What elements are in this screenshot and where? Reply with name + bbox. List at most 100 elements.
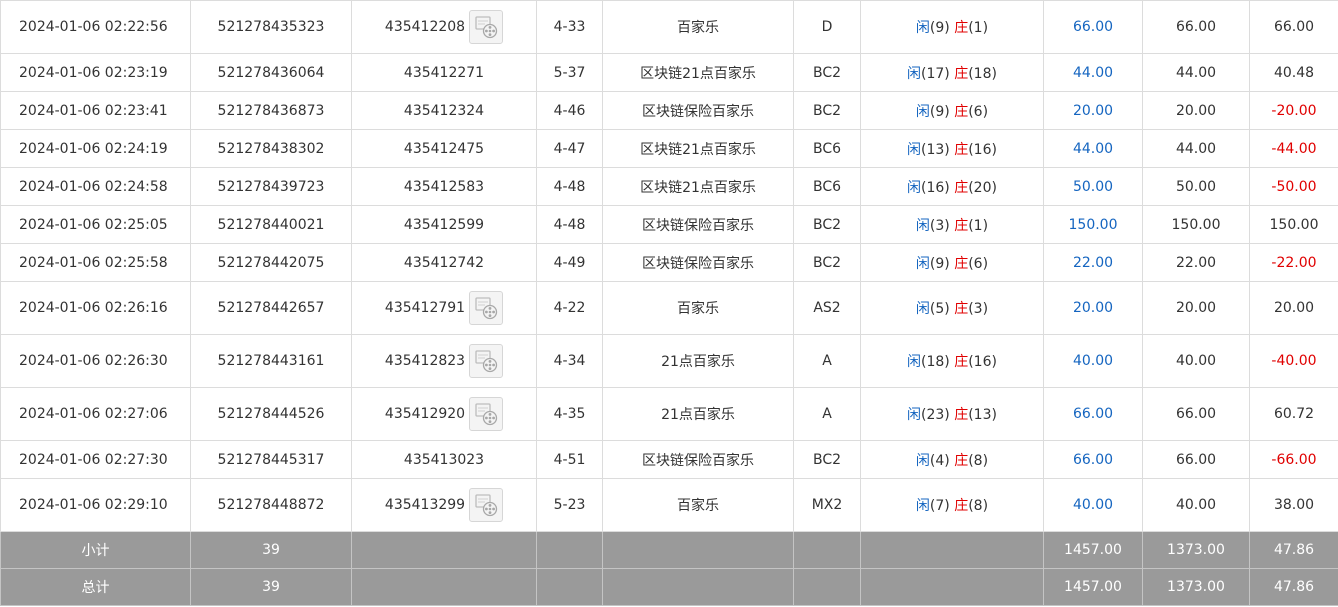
round-wrap: 435412475 [404, 141, 484, 157]
round-number: 435412271 [403, 64, 485, 81]
game-result: 闲(5) 庄(3) [860, 281, 1044, 335]
game-result: 闲(13) 庄(16) [860, 129, 1044, 168]
order-number: 521278448872 [190, 478, 352, 532]
table-number: 4-49 [536, 243, 603, 282]
round-cell: 435412823 [351, 334, 537, 388]
bet-amount: 22.00 [1043, 243, 1143, 282]
round-wrap: 435412791 [385, 291, 504, 325]
banker-label: 庄 [954, 255, 969, 272]
round-number: 435412823 [384, 353, 466, 369]
table-number: 4-35 [536, 387, 603, 441]
banker-label: 庄 [954, 217, 969, 234]
game-type: 百家乐 [602, 281, 794, 335]
player-points: (18) [921, 354, 950, 370]
table-row: 2024-01-06 02:29:10 521278448872 4354132… [0, 478, 1338, 532]
round-wrap: 435412920 [384, 397, 504, 431]
banker-points: (18) [968, 65, 997, 82]
round-cell: 435412324 [351, 91, 537, 130]
subtotal-bet: 1457.00 [1043, 531, 1143, 569]
bet-amount: 40.00 [1043, 478, 1143, 532]
total-result: 47.86 [1249, 568, 1338, 606]
round-cell: 435412583 [351, 167, 537, 206]
player-points: (9) [929, 255, 950, 272]
table-row: 2024-01-06 02:23:19 521278436064 4354122… [0, 53, 1338, 92]
game-result: 闲(3) 庄(1) [860, 205, 1044, 244]
win-loss: -50.00 [1249, 167, 1338, 206]
game-type: 区块链21点百家乐 [602, 167, 794, 206]
player-points: (23) [921, 407, 950, 423]
seat-code: MX2 [793, 478, 861, 532]
video-reel-svg [475, 350, 498, 373]
bet-time: 2024-01-06 02:27:06 [0, 387, 191, 441]
banker-points: (1) [968, 217, 989, 234]
seat-code: BC2 [793, 243, 861, 282]
win-loss: -66.00 [1249, 440, 1338, 479]
game-type: 区块链保险百家乐 [602, 243, 794, 282]
seat-code: BC2 [793, 53, 861, 92]
banker-points: (8) [968, 452, 989, 469]
game-result: 闲(9) 庄(6) [860, 243, 1044, 282]
round-number: 435412742 [403, 254, 485, 271]
video-reel-icon[interactable] [469, 488, 504, 522]
valid-bet: 44.00 [1142, 53, 1250, 92]
seat-code: BC2 [793, 205, 861, 244]
total-empty [351, 568, 537, 606]
round-cell: 435412475 [351, 129, 537, 168]
game-result: 闲(17) 庄(18) [860, 53, 1044, 92]
player-points: (9) [929, 20, 950, 36]
order-number: 521278438302 [190, 129, 352, 168]
video-reel-icon[interactable] [469, 344, 504, 378]
win-loss: 150.00 [1249, 205, 1338, 244]
seat-code: BC6 [793, 167, 861, 206]
total-row: 总计 39 1457.00 1373.00 47.86 [0, 568, 1338, 606]
game-result: 闲(4) 庄(8) [860, 440, 1044, 479]
subtotal-empty [536, 531, 603, 569]
game-type: 21点百家乐 [602, 334, 794, 388]
bet-amount: 66.00 [1043, 440, 1143, 479]
player-label: 闲 [915, 103, 930, 120]
bet-amount: 20.00 [1043, 91, 1143, 130]
bet-amount: 150.00 [1043, 205, 1143, 244]
order-number: 521278444526 [190, 387, 352, 441]
game-result: 闲(18) 庄(16) [860, 334, 1044, 388]
round-cell: 435413299 [351, 478, 537, 532]
video-reel-icon[interactable] [469, 397, 504, 431]
bet-amount: 44.00 [1043, 129, 1143, 168]
table-row: 2024-01-06 02:25:05 521278440021 4354125… [0, 205, 1338, 244]
banker-points: (6) [968, 103, 989, 120]
bet-amount: 66.00 [1043, 0, 1143, 54]
bet-amount: 44.00 [1043, 53, 1143, 92]
bet-time: 2024-01-06 02:24:58 [0, 167, 191, 206]
bet-amount: 20.00 [1043, 281, 1143, 335]
valid-bet: 50.00 [1142, 167, 1250, 206]
video-reel-svg [475, 16, 498, 39]
valid-bet: 40.00 [1142, 478, 1250, 532]
subtotal-result: 47.86 [1249, 531, 1338, 569]
banker-label: 庄 [954, 354, 969, 370]
round-number: 435412475 [403, 140, 485, 157]
video-reel-icon[interactable] [469, 291, 504, 325]
round-wrap: 435413299 [385, 488, 504, 522]
valid-bet: 40.00 [1142, 334, 1250, 388]
player-label: 闲 [915, 217, 930, 234]
game-result: 闲(7) 庄(8) [860, 478, 1044, 532]
game-type: 区块链保险百家乐 [602, 91, 794, 130]
table-number: 4-51 [536, 440, 603, 479]
seat-code: BC6 [793, 129, 861, 168]
game-result: 闲(9) 庄(6) [860, 91, 1044, 130]
table-number: 4-46 [536, 91, 603, 130]
video-reel-icon[interactable] [469, 10, 504, 44]
order-number: 521278440021 [190, 205, 352, 244]
round-wrap: 435412271 [404, 65, 484, 81]
valid-bet: 66.00 [1142, 0, 1250, 54]
bet-time: 2024-01-06 02:23:41 [0, 91, 191, 130]
banker-points: (8) [968, 498, 989, 514]
banker-label: 庄 [954, 179, 969, 196]
banker-label: 庄 [954, 65, 969, 82]
bet-time: 2024-01-06 02:24:19 [0, 129, 191, 168]
round-number: 435412920 [384, 406, 466, 422]
win-loss: -40.00 [1249, 334, 1338, 388]
bet-time: 2024-01-06 02:25:58 [0, 243, 191, 282]
table-number: 4-33 [536, 0, 603, 54]
game-type: 区块链21点百家乐 [602, 53, 794, 92]
